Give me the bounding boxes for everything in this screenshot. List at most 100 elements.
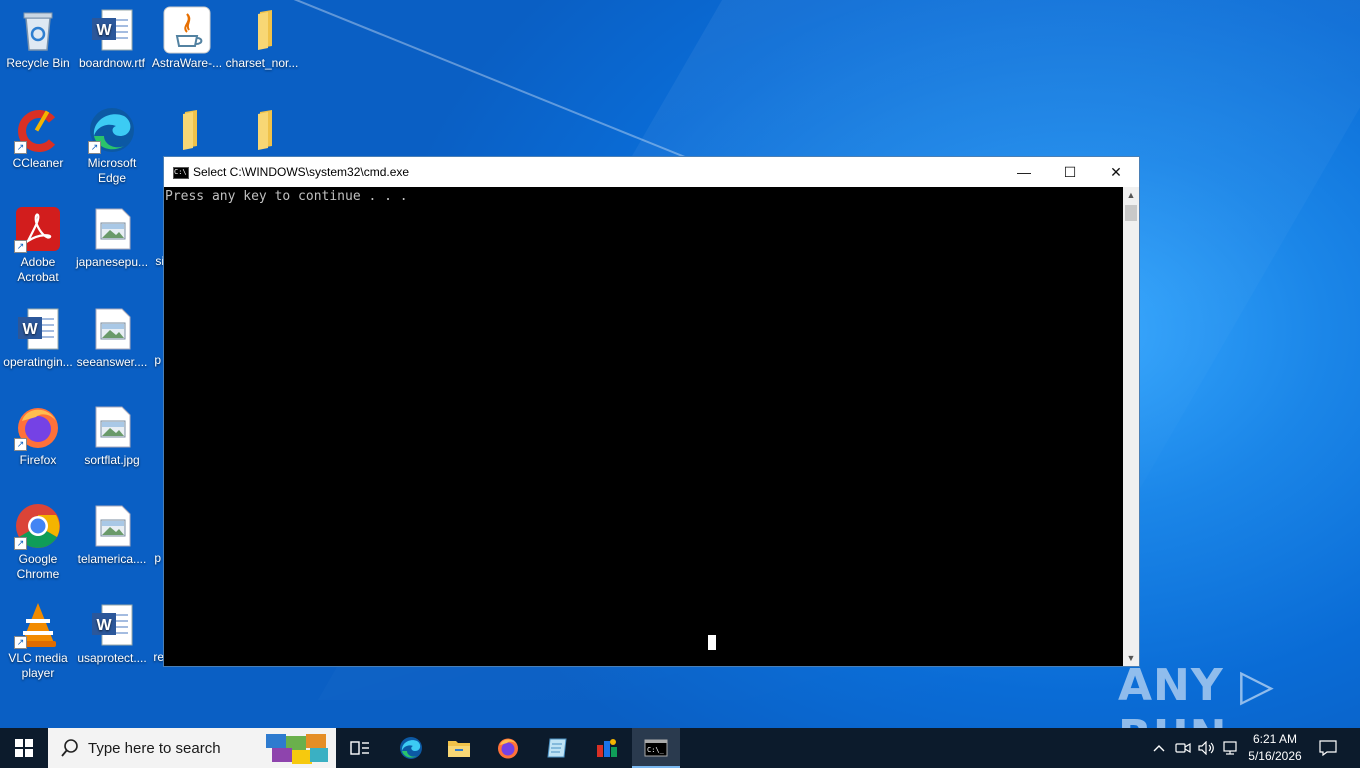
- cmd-window-title: Select C:\WINDOWS\system32\cmd.exe: [193, 165, 410, 179]
- desktop-icon-label: Google Chrome: [16, 552, 60, 581]
- recycle-bin-icon: [14, 6, 62, 54]
- shortcut-arrow-icon: ↗: [14, 141, 27, 154]
- scroll-thumb[interactable]: [1125, 205, 1137, 221]
- shortcut-arrow-icon: ↗: [88, 141, 101, 154]
- word-document-icon: W: [88, 6, 136, 54]
- taskbar-file-explorer-button[interactable]: [435, 728, 483, 768]
- desktop-icon-ccleaner[interactable]: ↗ CCleaner: [0, 106, 76, 171]
- taskbar: Type here to search C:\_ 6:21 AM 5/16/20…: [0, 728, 1360, 768]
- word-document-icon: W: [88, 601, 136, 649]
- search-placeholder: Type here to search: [88, 740, 221, 757]
- chevron-up-icon: [1153, 745, 1165, 752]
- desktop-icon-boardnow-rtf[interactable]: W boardnow.rtf: [74, 6, 150, 71]
- desktop-icon-vlc-media-player[interactable]: ↗ VLC media player: [0, 601, 76, 681]
- image-file-icon: [88, 305, 136, 353]
- svg-text:W: W: [96, 617, 112, 634]
- ccleaner-icon: ↗: [14, 106, 62, 154]
- desktop-icon-label: CCleaner: [12, 156, 64, 170]
- minimize-button[interactable]: —: [1001, 157, 1047, 187]
- desktop-icon-google-chrome[interactable]: ↗ Google Chrome: [0, 502, 76, 582]
- desktop-icon-firefox[interactable]: ↗ Firefox: [0, 403, 76, 468]
- image-file-icon: [88, 502, 136, 550]
- desktop-icon-label: AstraWare-...: [151, 56, 223, 70]
- desktop-icon-folder-2[interactable]: [224, 106, 300, 156]
- cmd-scrollbar[interactable]: ▲ ▼: [1123, 187, 1139, 666]
- svg-text:W: W: [96, 22, 112, 39]
- taskbar-cmd-button[interactable]: C:\_: [632, 728, 680, 768]
- desktop-icon-sortflat-jpg[interactable]: sortflat.jpg: [74, 403, 150, 468]
- desktop-icon-adobe-acrobat[interactable]: ↗ Adobe Acrobat: [0, 205, 76, 285]
- firefox-icon: [498, 738, 518, 759]
- windows-logo-icon: [15, 739, 33, 757]
- cmd-titlebar[interactable]: C:\ Select C:\WINDOWS\system32\cmd.exe —…: [164, 157, 1139, 187]
- shortcut-arrow-icon: ↗: [14, 240, 27, 253]
- text-cursor: [708, 635, 716, 650]
- desktop: Recycle Bin ↗ CCleaner ↗ Adobe Acrobat W…: [0, 0, 1360, 728]
- start-button[interactable]: [0, 728, 48, 768]
- network-icon: [1223, 741, 1237, 755]
- taskbar-clock[interactable]: 6:21 AM 5/16/2026: [1240, 731, 1310, 765]
- microsoft-edge-icon: [400, 737, 422, 759]
- shortcut-arrow-icon: ↗: [14, 438, 27, 451]
- cmd-icon: C:\_: [644, 739, 668, 757]
- desktop-icon-astraware[interactable]: AstraWare-...: [149, 6, 225, 71]
- task-view-button[interactable]: [336, 728, 384, 768]
- cmd-console-output[interactable]: Press any key to continue . . .: [164, 187, 1123, 666]
- network-button[interactable]: [1220, 728, 1242, 768]
- search-highlight-puzzle-icon: [266, 734, 328, 764]
- taskbar-edge-button[interactable]: [387, 728, 435, 768]
- desktop-icon-label: boardnow.rtf: [78, 56, 146, 70]
- desktop-icon-microsoft-edge[interactable]: ↗ Microsoft Edge: [74, 106, 150, 186]
- taskbar-search-box[interactable]: Type here to search: [48, 728, 336, 768]
- vlc-icon: ↗: [14, 601, 62, 649]
- firefox-icon: ↗: [14, 403, 62, 451]
- image-file-icon: [88, 403, 136, 451]
- desktop-icon-recycle-bin[interactable]: Recycle Bin: [0, 6, 76, 71]
- svg-text:W: W: [22, 321, 38, 338]
- taskbar-app-button[interactable]: [533, 728, 581, 768]
- desktop-icon-label: Recycle Bin: [6, 56, 70, 70]
- taskbar-firefox-button[interactable]: [484, 728, 532, 768]
- scroll-up-arrow-icon[interactable]: ▲: [1123, 187, 1139, 203]
- clock-date: 5/16/2026: [1248, 749, 1302, 763]
- anyrun-watermark: ANY ▷ RUN: [1118, 660, 1275, 728]
- desktop-icon-label: Adobe Acrobat: [17, 255, 59, 284]
- speaker-icon: [1198, 741, 1214, 755]
- microsoft-edge-icon: ↗: [88, 106, 136, 154]
- volume-button[interactable]: [1196, 728, 1218, 768]
- desktop-icon-label: Firefox: [19, 453, 57, 467]
- desktop-icon-label: VLC media player: [8, 651, 68, 680]
- show-hidden-icons-button[interactable]: [1148, 728, 1170, 768]
- shortcut-arrow-icon: ↗: [14, 636, 27, 649]
- folder-icon: [238, 106, 286, 154]
- desktop-icon-label: operatingin...: [3, 355, 73, 369]
- desktop-icon-label: sortflat.jpg: [84, 453, 140, 467]
- word-document-icon: W: [14, 305, 62, 353]
- meet-now-button[interactable]: [1172, 728, 1194, 768]
- google-chrome-icon: ↗: [14, 502, 62, 550]
- folder-icon: [163, 106, 211, 154]
- desktop-icon-folder[interactable]: [149, 106, 225, 156]
- maximize-button[interactable]: ☐: [1047, 157, 1093, 187]
- image-file-icon: [88, 205, 136, 253]
- close-button[interactable]: ✕: [1093, 157, 1139, 187]
- adobe-acrobat-icon: ↗: [14, 205, 62, 253]
- cmd-window[interactable]: C:\ Select C:\WINDOWS\system32\cmd.exe —…: [163, 156, 1140, 667]
- task-view-icon: [350, 741, 369, 755]
- desktop-icon-operatingin[interactable]: W operatingin...: [0, 305, 76, 370]
- cmd-app-icon: C:\: [173, 167, 189, 179]
- file-explorer-icon: [448, 741, 470, 757]
- shortcut-arrow-icon: ↗: [14, 537, 27, 550]
- notifications-button[interactable]: [1316, 728, 1340, 768]
- notepad-app-icon: [547, 738, 567, 758]
- desktop-icon-charset-nor[interactable]: charset_nor...: [224, 6, 300, 71]
- search-icon: [61, 739, 78, 757]
- svg-text:C:\_: C:\_: [647, 746, 665, 754]
- clock-time: 6:21 AM: [1252, 732, 1298, 746]
- java-icon: [163, 6, 211, 54]
- folder-icon: [238, 6, 286, 54]
- taskbar-app-button-2[interactable]: [583, 728, 631, 768]
- desktop-icon-label: Microsoft Edge: [87, 156, 137, 185]
- notification-icon: [1319, 740, 1337, 756]
- colorful-app-icon: [597, 739, 617, 757]
